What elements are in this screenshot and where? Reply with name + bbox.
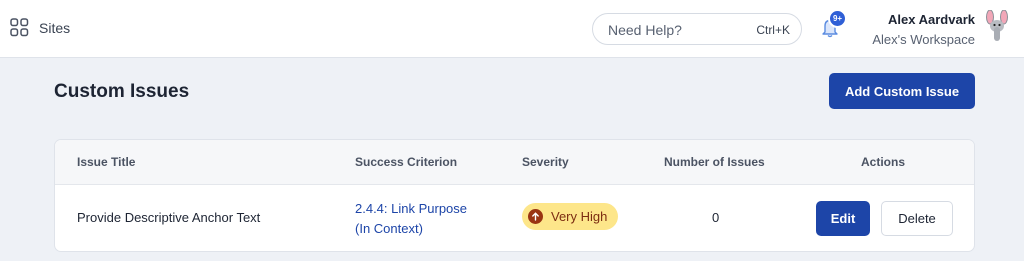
- success-criterion-line-2: (In Context): [355, 221, 423, 236]
- sites-label: Sites: [39, 19, 71, 36]
- custom-issues-table: Issue Title Success Criterion Severity N…: [54, 139, 975, 252]
- help-placeholder: Need Help?: [608, 22, 682, 38]
- arrow-up-icon: [528, 209, 543, 224]
- column-header-issue-title: Issue Title: [77, 155, 136, 169]
- sites-nav-link[interactable]: Sites: [10, 18, 70, 37]
- delete-button[interactable]: Delete: [881, 201, 953, 236]
- column-header-number-of-issues: Number of Issues: [664, 155, 765, 169]
- success-criterion-line-1: 2.4.4: Link Purpose: [355, 201, 468, 216]
- issue-title-cell: Provide Descriptive Anchor Text: [77, 210, 261, 225]
- user-workspace: Alex's Workspace: [872, 32, 975, 47]
- help-search-box[interactable]: Need Help? Ctrl+K: [592, 13, 802, 45]
- grid-icon: [10, 18, 29, 37]
- edit-button[interactable]: Edit: [816, 201, 870, 236]
- column-header-severity: Severity: [522, 155, 569, 169]
- aardvark-avatar-icon[interactable]: [983, 9, 1011, 44]
- success-criterion-link[interactable]: 2.4.4: Link Purpose (In Context): [355, 199, 467, 239]
- add-custom-issue-button[interactable]: Add Custom Issue: [829, 73, 975, 109]
- help-shortcut-hint: Ctrl+K: [756, 23, 790, 37]
- column-header-actions: Actions: [861, 155, 906, 169]
- user-name: Alex Aardvark: [888, 12, 975, 27]
- severity-badge: Very High: [522, 203, 619, 230]
- user-menu[interactable]: Alex Aardvark Alex's Workspace: [872, 11, 975, 49]
- column-header-success-criterion: Success Criterion: [355, 155, 458, 169]
- severity-label: Very High: [551, 209, 608, 224]
- top-bar: Sites Need Help? Ctrl+K 9+ Alex Aardvark…: [0, 0, 1024, 58]
- page-title: Custom Issues: [54, 81, 190, 102]
- notification-badge[interactable]: 9+: [828, 9, 847, 28]
- issue-count-cell: 0: [712, 210, 720, 225]
- table-header: Issue Title Success Criterion Severity N…: [55, 140, 974, 185]
